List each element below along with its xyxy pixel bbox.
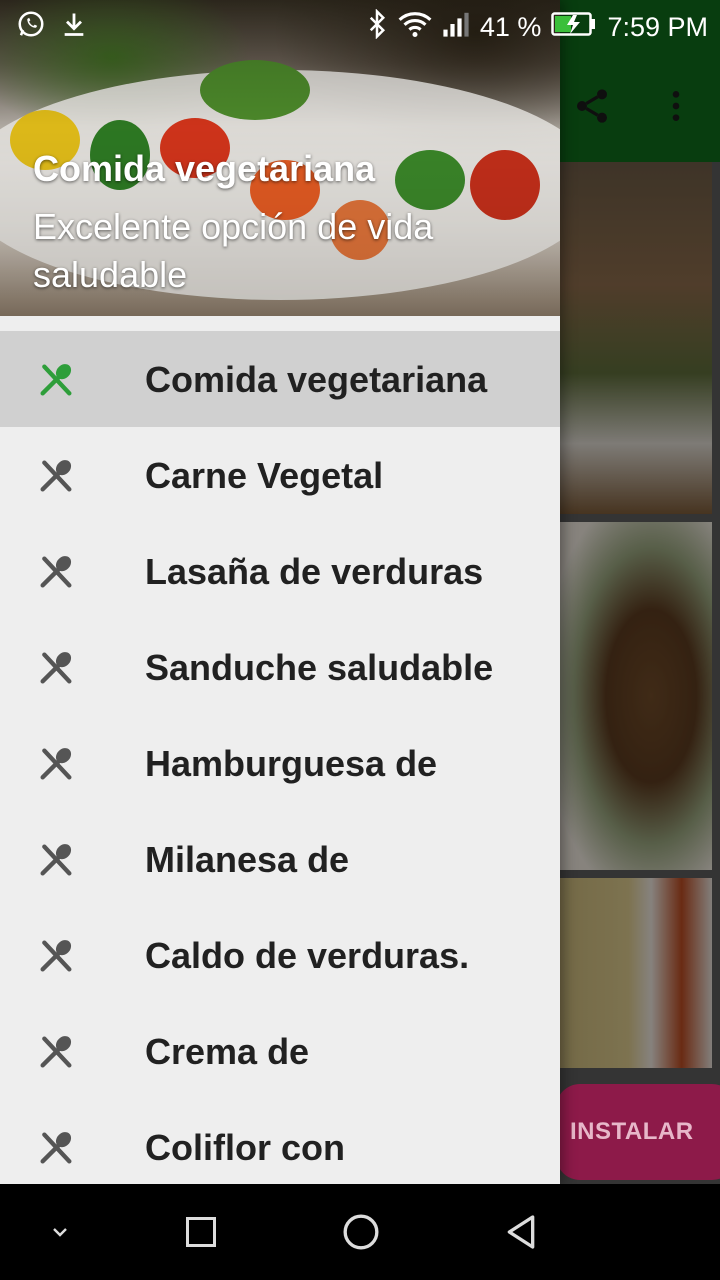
utensils-icon (40, 556, 72, 588)
bluetooth-icon (366, 8, 388, 46)
status-bar: 41 % 7:59 PM (0, 0, 720, 50)
utensils-icon (40, 748, 72, 780)
drawer-item-caldo[interactable]: Caldo de verduras. (0, 907, 560, 1003)
wifi-icon (398, 10, 432, 45)
drawer-title: Comida vegetariana (33, 148, 376, 189)
download-icon (60, 9, 88, 46)
utensils-icon (40, 652, 72, 684)
drawer-item-carne-vegetal[interactable]: Carne Vegetal (0, 427, 560, 523)
back-icon[interactable] (491, 1202, 551, 1262)
drawer-item-crema[interactable]: Crema de (0, 1003, 560, 1099)
navigation-drawer: Comida vegetariana Excelente opción de v… (0, 0, 560, 1184)
clock: 7:59 PM (607, 12, 708, 42)
battery-charging-icon (551, 11, 597, 44)
battery-percent: 41 % (479, 12, 542, 42)
utensils-icon (40, 364, 72, 396)
drawer-item-label: Crema de (145, 1031, 310, 1072)
whatsapp-icon (16, 9, 46, 46)
drawer-item-hamburguesa[interactable]: Hamburguesa de (0, 715, 560, 811)
install-button[interactable]: INSTALAR (556, 1084, 720, 1180)
drawer-item-label: Sanduche saludable (145, 647, 494, 688)
drawer-item-milanesa[interactable]: Milanesa de (0, 811, 560, 907)
drawer-item-sanduche[interactable]: Sanduche saludable (0, 619, 560, 715)
drawer-item-label: Comida vegetariana (145, 359, 488, 400)
utensils-icon (40, 1036, 72, 1068)
utensils-icon (40, 940, 72, 972)
drawer-item-comida-vegetariana[interactable]: Comida vegetariana (0, 331, 560, 427)
drawer-subtitle: Excelente opción de vida saludable (33, 206, 434, 295)
utensils-icon (40, 460, 72, 492)
drawer-item-label: Coliflor con (145, 1127, 345, 1168)
drawer-menu: Comida vegetariana Carne Vegetal Lasaña … (0, 331, 560, 1184)
drawer-item-label: Caldo de verduras. (145, 935, 470, 976)
navigation-bar (0, 1184, 720, 1280)
drawer-item-label: Hamburguesa de (145, 743, 438, 784)
recents-icon[interactable] (171, 1202, 231, 1262)
collapse-icon[interactable] (30, 1202, 90, 1262)
drawer-item-coliflor[interactable]: Coliflor con (0, 1099, 560, 1184)
drawer-item-lasana[interactable]: Lasaña de verduras (0, 523, 560, 619)
utensils-icon (40, 1132, 72, 1164)
home-icon[interactable] (331, 1202, 391, 1262)
utensils-icon (40, 844, 72, 876)
drawer-item-label: Carne Vegetal (145, 455, 384, 496)
drawer-item-label: Lasaña de verduras (145, 551, 484, 592)
drawer-item-label: Milanesa de (145, 839, 350, 880)
signal-icon (442, 10, 470, 45)
